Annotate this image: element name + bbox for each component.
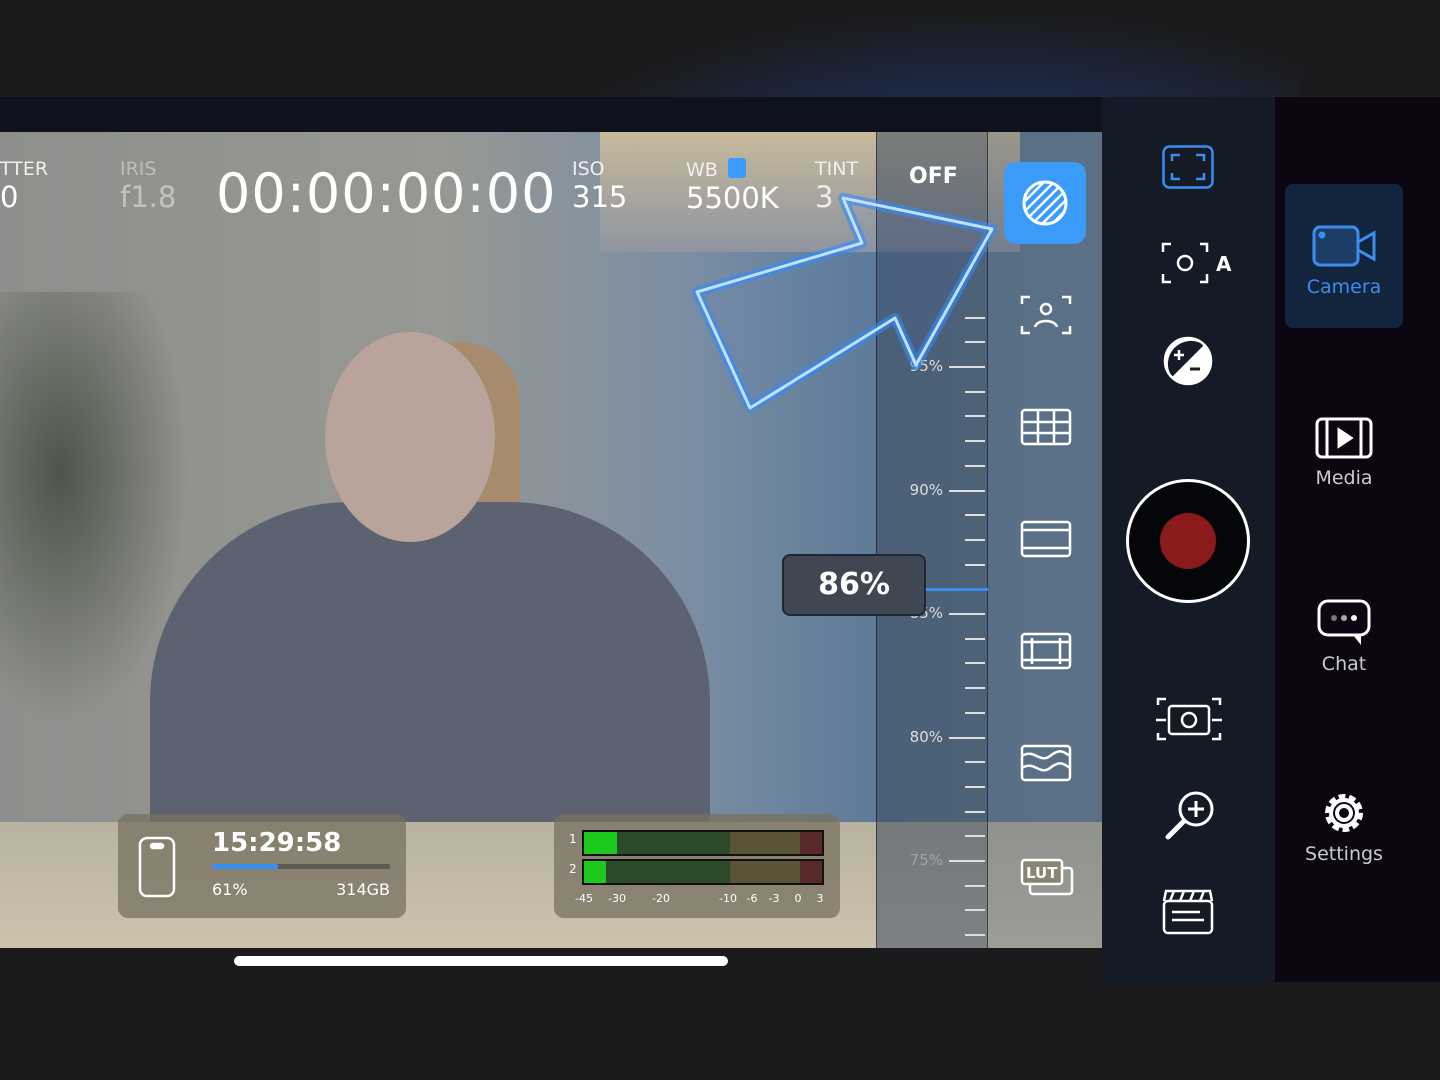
chat-icon xyxy=(1317,599,1371,645)
nav-label: Camera xyxy=(1306,276,1382,298)
focus-frame-button[interactable] xyxy=(1162,145,1214,189)
gear-icon xyxy=(1325,794,1363,832)
record-button[interactable] xyxy=(1126,479,1250,603)
nav-chat[interactable]: Chat xyxy=(1285,587,1403,731)
media-icon xyxy=(1315,417,1373,459)
nav-media[interactable]: Media xyxy=(1285,397,1403,541)
nav-label: Settings xyxy=(1305,843,1383,865)
camera-controls-column: A xyxy=(1102,97,1275,982)
exposure-compensation-button[interactable] xyxy=(1162,335,1214,387)
nav-label: Media xyxy=(1315,467,1373,489)
main-nav: Camera Media Chat Settings xyxy=(1275,97,1440,982)
capture-still-button[interactable] xyxy=(1154,693,1224,745)
arrow-annotation xyxy=(692,193,997,413)
camera-viewfinder[interactable]: TTER 0 IRIS f1.8 00:00:00:00 ISO 315 WB … xyxy=(0,132,1102,948)
svg-text:A: A xyxy=(1216,252,1232,276)
zoom-button[interactable] xyxy=(1162,787,1218,843)
auto-focus-button[interactable]: A xyxy=(1160,240,1240,286)
nav-settings[interactable]: Settings xyxy=(1285,777,1403,921)
nav-camera[interactable]: Camera xyxy=(1285,184,1403,328)
top-band xyxy=(0,97,1275,132)
clapper-button[interactable] xyxy=(1162,887,1214,935)
home-indicator[interactable] xyxy=(234,956,728,966)
nav-label: Chat xyxy=(1321,653,1367,675)
camera-icon xyxy=(1312,225,1376,267)
record-icon xyxy=(1160,513,1216,569)
